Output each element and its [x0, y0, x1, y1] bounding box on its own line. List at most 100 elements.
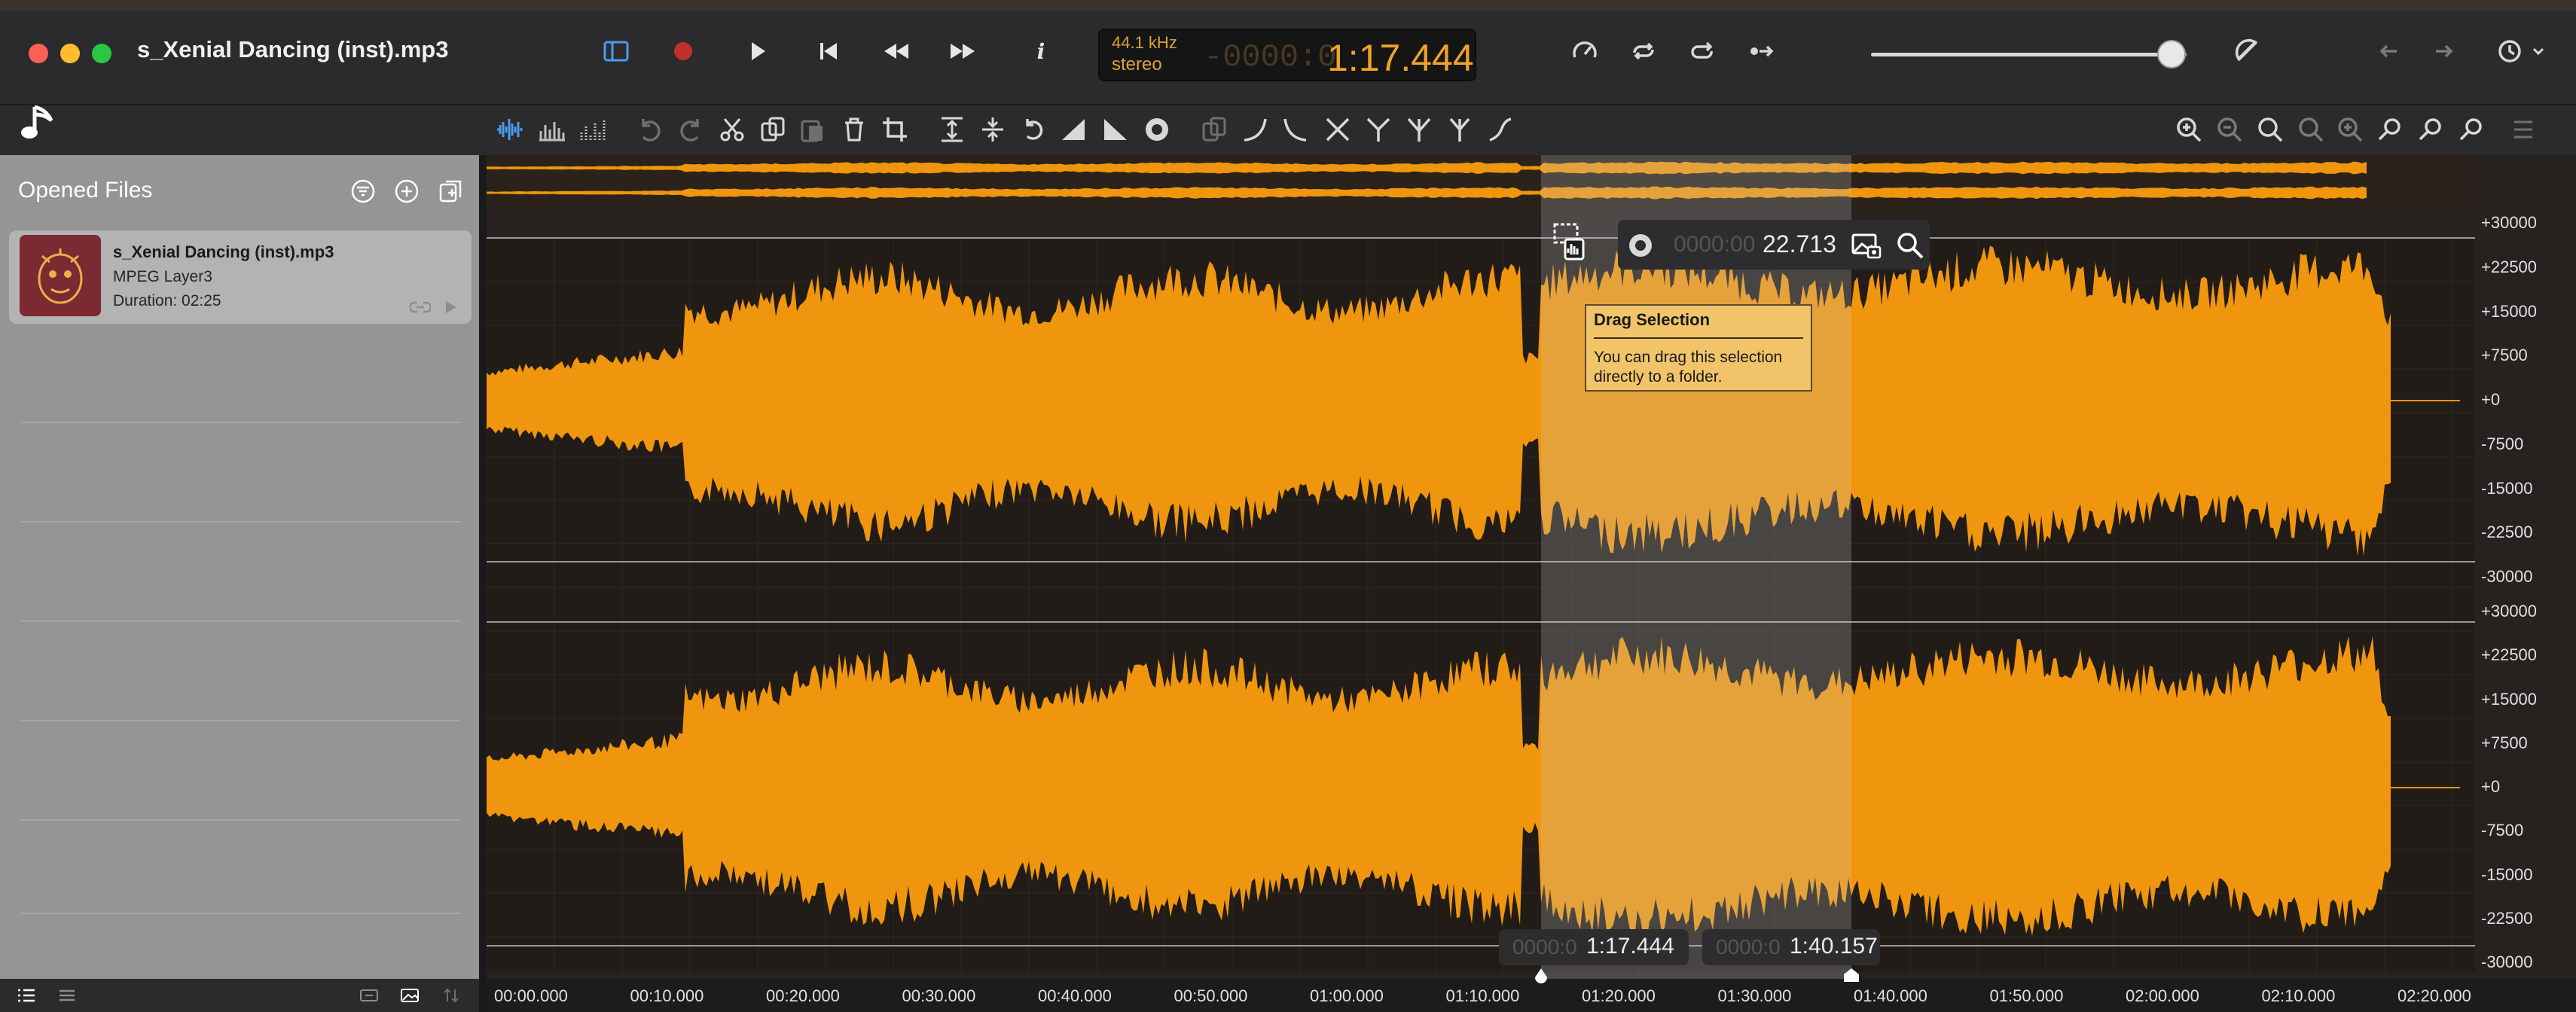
- mix-button[interactable]: [1404, 114, 1434, 145]
- spectrogram-icon: [580, 120, 606, 140]
- redo-icon: [680, 119, 699, 142]
- drag-selection-icon: [1553, 223, 1585, 261]
- effects-dial-icon: [1146, 118, 1168, 141]
- selection-end-marker[interactable]: [1842, 967, 1860, 983]
- redo-button[interactable]: [676, 114, 707, 145]
- tooltip-body: You can drag this selection directly to …: [1594, 349, 1783, 386]
- merge-button[interactable]: [1363, 114, 1393, 145]
- drag-selection-handle[interactable]: [1553, 221, 1588, 268]
- paste-button[interactable]: [797, 114, 827, 145]
- repeat-button[interactable]: [1686, 35, 1719, 68]
- waveform-view-button[interactable]: [494, 114, 524, 145]
- add-file-button[interactable]: [393, 178, 420, 205]
- rewind-button[interactable]: [880, 35, 913, 68]
- vertical-zoom-in-button[interactable]: [2376, 114, 2406, 145]
- zoom-fit-button[interactable]: [2255, 114, 2285, 145]
- amplitude-label-top: -7500: [2481, 434, 2524, 453]
- history-forward-button[interactable]: [2427, 35, 2460, 68]
- amplitude-label-bottom: -22500: [2481, 908, 2533, 928]
- amplitude-label-bottom: -7500: [2481, 821, 2524, 840]
- fade-out-icon: [1104, 119, 1127, 140]
- envelope-button[interactable]: [1485, 114, 1515, 145]
- selection-duration-leading: 0000:00: [1674, 232, 1756, 257]
- duplicate-button[interactable]: [1199, 114, 1229, 145]
- show-artwork-button[interactable]: [399, 986, 420, 1004]
- fast-forward-button[interactable]: [946, 35, 979, 68]
- play-file-button[interactable]: [441, 298, 459, 316]
- image-icon: [401, 989, 419, 1002]
- time-display: 44.1 kHz stereo -0000:0 1:17.444: [1098, 29, 1476, 81]
- list-view-button[interactable]: [17, 986, 36, 1004]
- zoom-to-selection-button[interactable]: [1894, 229, 1927, 262]
- minimize-window-button[interactable]: [60, 44, 80, 63]
- volume-slider[interactable]: [1871, 53, 2187, 56]
- info-button[interactable]: i: [1024, 35, 1058, 68]
- selection-start-marker[interactable]: [1534, 967, 1549, 983]
- history-button[interactable]: [2493, 35, 2526, 68]
- curve-down-icon: [1283, 118, 1307, 142]
- time-ruler-label: 01:10.000: [1445, 986, 1520, 1005]
- tooltip-divider: [1594, 337, 1803, 339]
- compact-list-icon: [60, 989, 75, 1001]
- follow-playhead-icon: [1750, 45, 1774, 57]
- curve-in-button[interactable]: [1240, 114, 1270, 145]
- search-icon: [1897, 233, 1924, 259]
- play-icon: [752, 42, 765, 60]
- spectrogram-view-button[interactable]: [577, 114, 607, 145]
- zoom-vertical-button[interactable]: [2335, 114, 2365, 145]
- play-button[interactable]: [740, 35, 774, 68]
- fade-in-button[interactable]: [1059, 114, 1089, 145]
- crop-button[interactable]: [880, 114, 910, 145]
- waveform-icon: [497, 119, 523, 140]
- amplitude-label-top: -15000: [2481, 478, 2533, 498]
- tooltip-title: Drag Selection: [1594, 310, 1711, 329]
- desktop-background-strip: [0, 0, 2576, 11]
- volume-slider-knob[interactable]: [2157, 40, 2186, 69]
- undo-button[interactable]: [634, 114, 664, 145]
- split-icon: [1449, 117, 1470, 142]
- spectrum-view-button[interactable]: [536, 114, 566, 145]
- history-menu-chevron[interactable]: [2529, 35, 2547, 68]
- amplitude-label-bottom: +0: [2481, 777, 2501, 796]
- export-image-button[interactable]: [1850, 229, 1883, 262]
- zoom-selection-button[interactable]: [2296, 114, 2326, 145]
- link-toggle-button[interactable]: [359, 986, 380, 1004]
- link-icon[interactable]: [410, 298, 431, 316]
- curve-out-button[interactable]: [1280, 114, 1311, 145]
- zoom-in-button[interactable]: [2174, 114, 2204, 145]
- history-back-button[interactable]: [2373, 35, 2406, 68]
- crossfade-button[interactable]: [1323, 114, 1353, 145]
- undo-icon: [642, 119, 661, 142]
- record-button[interactable]: [667, 35, 700, 68]
- close-window-button[interactable]: [29, 44, 48, 63]
- selection-effects-button[interactable]: [1625, 230, 1656, 261]
- sort-button[interactable]: [441, 986, 461, 1004]
- waveform-canvas[interactable]: [487, 155, 2475, 979]
- delete-button[interactable]: [839, 114, 869, 145]
- compact-view-button[interactable]: [57, 986, 77, 1004]
- amplify-button[interactable]: [978, 114, 1008, 145]
- vertical-zoom-reset-button[interactable]: [2457, 114, 2487, 145]
- effects-button[interactable]: [1142, 114, 1172, 145]
- filter-button[interactable]: [349, 178, 377, 205]
- toggle-sidebar-button[interactable]: [600, 35, 633, 68]
- fade-out-button[interactable]: [1100, 114, 1130, 145]
- split-button[interactable]: [1445, 114, 1475, 145]
- zoom-window-button[interactable]: [92, 44, 111, 63]
- go-to-start-button[interactable]: [812, 35, 845, 68]
- vertical-zoom-out-button[interactable]: [2416, 114, 2446, 145]
- speed-button[interactable]: [1568, 35, 1601, 68]
- reverse-button[interactable]: [1018, 114, 1048, 145]
- copy-button[interactable]: [758, 114, 788, 145]
- time-ruler-label: 02:10.000: [2261, 986, 2336, 1005]
- cut-button[interactable]: [717, 114, 747, 145]
- normalize-button[interactable]: [937, 114, 967, 145]
- toolbar-options-button[interactable]: [2508, 114, 2538, 145]
- follow-playhead-button[interactable]: [1744, 35, 1778, 68]
- new-file-button[interactable]: [437, 178, 464, 205]
- satellite-icon: [2235, 38, 2258, 62]
- monitor-button[interactable]: [2231, 35, 2264, 68]
- loop-button[interactable]: [1627, 35, 1660, 68]
- image-export-icon: [1851, 233, 1882, 259]
- zoom-out-button[interactable]: [2214, 114, 2245, 145]
